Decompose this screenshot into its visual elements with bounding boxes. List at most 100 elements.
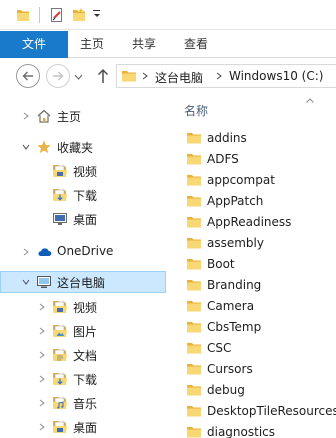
back-button[interactable] (16, 64, 40, 88)
column-header-name[interactable]: 名称 (184, 102, 208, 119)
new-folder-icon[interactable] (72, 7, 86, 23)
file-name: addins (207, 131, 247, 145)
folder-icon (186, 214, 202, 230)
folder-icon (121, 68, 137, 84)
home-icon (37, 109, 51, 123)
tab-share[interactable]: 共享 (124, 31, 164, 58)
file-row[interactable]: DesktopTileResources (186, 401, 336, 422)
file-list: 名称 addins ADFS appcompat AppPatch AppReadine… (168, 96, 336, 438)
arrow-right-icon (53, 71, 64, 81)
chevron-right-icon[interactable] (22, 112, 30, 120)
file-row[interactable]: Branding (186, 275, 336, 296)
chevron-right-icon[interactable] (141, 70, 149, 82)
folder-icon (186, 256, 202, 272)
chevron-down-icon[interactable] (22, 278, 30, 286)
file-name: Cursors (207, 362, 253, 376)
folder-icon (186, 235, 202, 251)
chevron-right-icon[interactable] (22, 248, 30, 256)
forward-button[interactable] (46, 64, 70, 88)
nav-item-fav-videos[interactable]: 视频 (0, 160, 166, 182)
folder-icon (186, 340, 202, 356)
sort-ascending-icon (306, 98, 314, 103)
computer-icon (37, 276, 51, 288)
nav-item-pc-pictures[interactable]: 图片 (0, 320, 166, 342)
folder-icon (186, 382, 202, 398)
nav-item-pc-desktop[interactable]: 桌面 (0, 416, 166, 438)
nav-item-this-pc[interactable]: 这台电脑 (0, 271, 166, 293)
file-row[interactable]: appcompat (186, 170, 336, 191)
downloads-folder-icon (52, 371, 68, 387)
cloud-icon (38, 248, 52, 256)
file-name: CbsTemp (207, 320, 262, 334)
file-row[interactable]: AppReadiness (186, 212, 336, 233)
recent-locations-dropdown[interactable] (74, 73, 83, 81)
folder-icon (186, 424, 202, 438)
chevron-down-icon (94, 14, 100, 17)
file-row[interactable]: CSC (186, 338, 336, 359)
chevron-right-icon[interactable] (38, 423, 46, 431)
file-name: AppPatch (207, 194, 264, 208)
navigation-bar: 这台电脑 Windows10 (C:) (0, 59, 336, 95)
folder-icon (186, 193, 202, 209)
file-name: debug (207, 383, 245, 397)
nav-item-home[interactable]: 主页 (0, 105, 166, 127)
file-name: Boot (207, 257, 235, 271)
folder-icon (186, 361, 202, 377)
file-row[interactable]: diagnostics (186, 422, 336, 438)
file-row[interactable]: assembly (186, 233, 336, 254)
nav-item-pc-downloads[interactable]: 下载 (0, 368, 166, 390)
pictures-folder-icon (52, 323, 68, 339)
nav-item-label: 下载 (73, 373, 98, 387)
file-row[interactable]: CbsTemp (186, 317, 336, 338)
file-name: diagnostics (207, 425, 276, 438)
chevron-right-icon[interactable] (38, 327, 46, 335)
nav-item-pc-music[interactable]: 音乐 (0, 392, 166, 414)
nav-item-label: 主页 (57, 110, 82, 124)
chevron-right-icon[interactable] (38, 375, 46, 383)
file-row[interactable]: addins (186, 128, 336, 149)
nav-item-label: 视频 (73, 165, 98, 179)
file-row[interactable]: ADFS (186, 149, 336, 170)
file-row[interactable]: Cursors (186, 359, 336, 380)
address-bar[interactable]: 这台电脑 Windows10 (C:) (116, 64, 336, 88)
nav-item-favorites[interactable]: 收藏夹 (0, 136, 166, 158)
file-name: appcompat (207, 173, 275, 187)
address-segment-drive[interactable]: Windows10 (C:) (229, 69, 323, 83)
nav-item-fav-downloads[interactable]: 下载 (0, 184, 166, 206)
nav-item-label: 收藏夹 (57, 141, 94, 155)
tab-home[interactable]: 主页 (72, 31, 112, 58)
desktop-folder-icon (52, 419, 68, 435)
tab-view[interactable]: 查看 (176, 31, 216, 58)
chevron-right-icon[interactable] (38, 303, 46, 311)
nav-item-onedrive[interactable]: OneDrive (0, 241, 166, 263)
nav-item-label: 桌面 (73, 421, 98, 435)
nav-item-fav-desktop[interactable]: 桌面 (0, 208, 166, 230)
chevron-right-icon[interactable] (38, 351, 46, 359)
up-arrow-icon[interactable] (96, 67, 110, 85)
star-icon (37, 140, 51, 154)
file-row[interactable]: debug (186, 380, 336, 401)
file-row[interactable]: AppPatch (186, 191, 336, 212)
nav-item-pc-documents[interactable]: 文档 (0, 344, 166, 366)
nav-item-label: 这台电脑 (57, 276, 106, 290)
tab-file[interactable]: 文件 (0, 31, 68, 58)
nav-item-label: 文档 (73, 349, 98, 363)
chevron-right-icon[interactable] (215, 70, 223, 82)
folder-icon (186, 403, 202, 419)
address-segment-this-pc[interactable]: 这台电脑 (155, 69, 203, 86)
videos-folder-icon (52, 299, 68, 315)
chevron-right-icon[interactable] (38, 399, 46, 407)
nav-item-label: 视频 (73, 301, 98, 315)
title-bar (0, 0, 336, 30)
file-row[interactable]: Camera (186, 296, 336, 317)
properties-icon[interactable] (50, 7, 64, 23)
desktop-icon (53, 213, 67, 225)
customize-quick-access-dropdown[interactable] (93, 10, 101, 19)
chevron-down-icon[interactable] (22, 143, 30, 151)
file-row[interactable]: Boot (186, 254, 336, 275)
nav-item-label: 下载 (73, 189, 98, 203)
folder-icon (186, 130, 202, 146)
folder-icon (186, 319, 202, 335)
nav-item-pc-videos[interactable]: 视频 (0, 296, 166, 318)
nav-item-label: 音乐 (73, 397, 98, 411)
